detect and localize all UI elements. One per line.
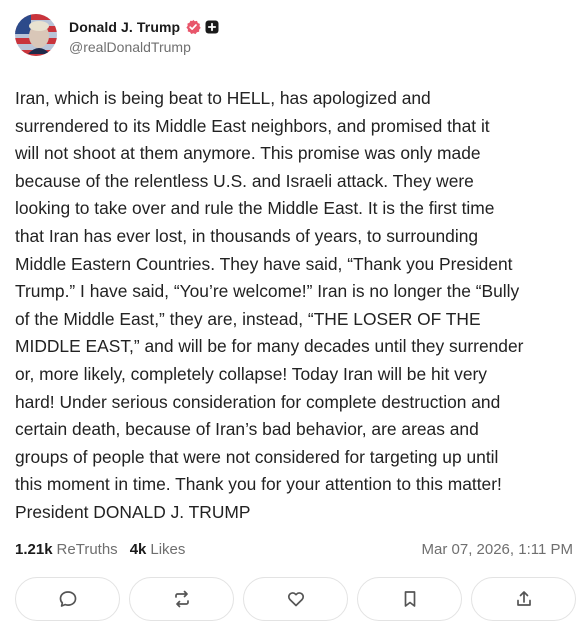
flag-portrait-avatar-icon (15, 14, 57, 56)
bookmark-icon (404, 591, 415, 607)
likes-count: 4k (129, 541, 147, 558)
reply-button[interactable] (15, 577, 120, 621)
retruths-label: ReTruths (56, 541, 118, 558)
bookmark-button[interactable] (357, 577, 462, 621)
heart-icon (287, 592, 304, 607)
display-name[interactable]: Donald J. Trump (69, 19, 180, 35)
post-meta: 1.21k ReTruths 4k Likes Mar 07, 2026, 1:11… (15, 541, 573, 558)
truth-post: Donald J. Trump @realDonaldTrump Iran, w… (0, 0, 587, 640)
plus-badge-icon (205, 20, 219, 34)
like-button[interactable] (243, 577, 348, 621)
reply-bubble-icon (59, 591, 76, 607)
retruth-arrows-icon (174, 590, 189, 608)
avatar[interactable] (15, 14, 57, 56)
retruths-count: 1.21k (15, 541, 53, 558)
share-button[interactable] (471, 577, 576, 621)
retruths-stat[interactable]: 1.21k ReTruths (15, 541, 118, 558)
likes-label: Likes (150, 541, 186, 558)
action-bar (15, 577, 576, 621)
likes-stat[interactable]: 4k Likes (130, 541, 186, 558)
post-header: Donald J. Trump @realDonaldTrump (15, 14, 219, 56)
timestamp[interactable]: Mar 07, 2026, 1:11 PM (422, 541, 573, 558)
post-body: Iran, which is being beat to HELL, has a… (15, 88, 524, 522)
handle[interactable]: @realDonaldTrump (69, 39, 219, 55)
share-upload-icon (516, 591, 531, 606)
retruth-button[interactable] (129, 577, 234, 621)
verified-badge-icon (185, 19, 201, 35)
